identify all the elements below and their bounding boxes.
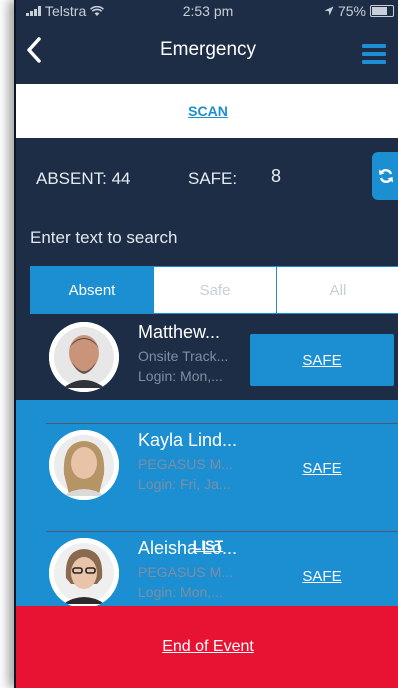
counts-summary: ABSENT: 44 SAFE: 8 — [16, 150, 398, 206]
person-login: Login: Mon,... — [138, 584, 223, 600]
person-name: Aleisha Lo... — [138, 538, 238, 558]
page-title: Emergency — [159, 39, 257, 60]
mark-safe-button[interactable]: SAFE — [250, 442, 394, 494]
battery-icon — [370, 5, 394, 17]
refresh-button[interactable] — [372, 152, 398, 200]
safe-count-value: 8 — [271, 166, 282, 186]
absent-count: ABSENT: 44 — [36, 169, 131, 188]
app-screen: Telstra 2:53 pm 75% Emergency SCAN LIST … — [14, 0, 398, 688]
list-item: Matthew... Onsite Track... Login: Mon,..… — [16, 316, 398, 424]
avatar — [49, 538, 119, 606]
person-login: Login: Mon,... — [138, 368, 223, 384]
search-input[interactable]: Enter text to search — [30, 222, 398, 254]
person-name: Matthew... — [138, 322, 221, 342]
person-organisation: PEGASUS M... — [138, 456, 233, 472]
mode-tabs: SCAN LIST — [16, 84, 398, 688]
safe-count-label: SAFE: — [188, 169, 238, 188]
filter-tabs: Absent Safe All — [30, 266, 398, 314]
location-arrow-icon — [324, 6, 334, 16]
list-item: Aleisha Lo... PEGASUS M... Login: Mon,..… — [16, 532, 398, 606]
status-right: 75% — [324, 3, 394, 19]
mark-safe-button[interactable]: SAFE — [250, 550, 394, 602]
nav-bar: Emergency — [16, 22, 398, 82]
avatar — [49, 430, 119, 500]
person-name: Kayla Lind... — [138, 430, 238, 450]
hamburger-menu-icon[interactable] — [362, 44, 386, 68]
refresh-icon — [379, 169, 393, 183]
mark-safe-button[interactable]: SAFE — [250, 334, 394, 386]
people-list: Matthew... Onsite Track... Login: Mon,..… — [16, 316, 398, 606]
tab-safe[interactable]: Safe — [153, 267, 276, 313]
list-item: Kayla Lind... PEGASUS M... Login: Fri, J… — [16, 424, 398, 532]
tab-scan[interactable]: SCAN — [16, 84, 398, 138]
avatar — [49, 322, 119, 392]
person-login: Login: Fri, Ja... — [138, 476, 231, 492]
person-organisation: Onsite Track... — [138, 348, 229, 364]
tab-absent[interactable]: Absent — [31, 267, 153, 313]
status-bar: Telstra 2:53 pm 75% — [16, 0, 398, 22]
tab-all[interactable]: All — [276, 267, 398, 313]
person-organisation: PEGASUS M... — [138, 564, 233, 580]
battery-percent: 75% — [337, 3, 366, 19]
end-of-event-button[interactable]: End of Event — [16, 606, 398, 688]
